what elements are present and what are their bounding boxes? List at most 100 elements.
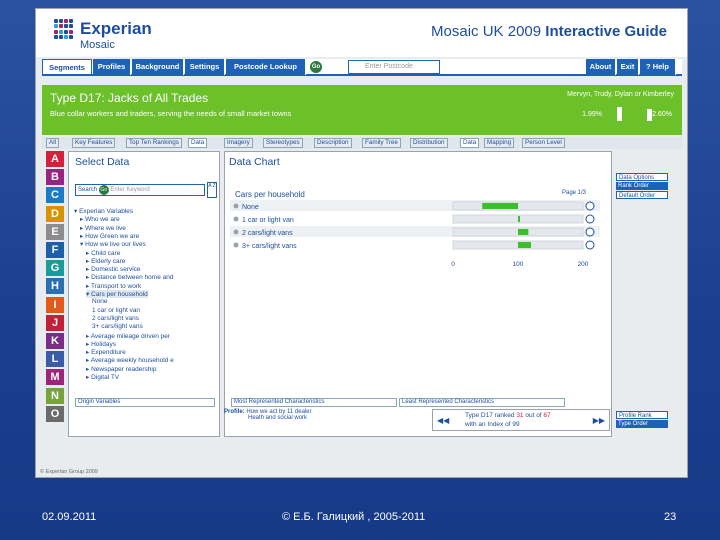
group-letter-f[interactable]: F (46, 242, 64, 258)
x-tick-label: 0 (451, 261, 455, 268)
tab-mapping[interactable]: Mapping (484, 138, 515, 148)
bar[interactable] (518, 216, 520, 222)
variable-tree: ▾ Experian Variables ▸ Who we are ▸ Where … (74, 207, 244, 397)
type-description: Blue collar workers and traders, serving… (50, 109, 292, 118)
most-represented[interactable]: Most Represented Characteristics (231, 398, 397, 407)
group-letter-n[interactable]: N (46, 387, 64, 404)
tab-data[interactable]: Data (460, 138, 480, 148)
tree-item[interactable]: ▸ Distance between home and (86, 273, 173, 281)
bar[interactable] (482, 203, 518, 209)
keyword-input[interactable]: Enter Keyword (110, 187, 149, 193)
tree-item[interactable]: ▸ Newspaper readership (86, 365, 156, 373)
postcode-input[interactable]: Enter Postcode (348, 60, 440, 74)
x-tick-label: 200 (578, 261, 589, 268)
tree-item[interactable]: ▸ Elderly care (86, 257, 125, 265)
group-letter-m[interactable]: M (46, 369, 64, 386)
group-letter-j[interactable]: J (46, 314, 64, 331)
group-letter-d[interactable]: D (46, 205, 64, 222)
profile-info: Profile: How we act by 11 dealer Heath a… (224, 409, 418, 431)
x-tick-label: 100 (513, 261, 524, 268)
nav-exit[interactable]: Exit (617, 59, 639, 75)
az-sort-button[interactable]: A Z (207, 182, 217, 198)
default-order-button[interactable]: Default Order (616, 191, 668, 199)
tree-item[interactable]: ▸ Child care (86, 249, 120, 257)
rank-line: Type D17 ranked 31 out of 67 (465, 412, 551, 419)
rank-order-button[interactable]: Rank Order (616, 182, 668, 190)
copyright-text: © Experian Group 2009 (40, 469, 98, 475)
tab-imagery[interactable]: Imagery (224, 138, 253, 148)
tree-item[interactable]: ▸ Transport to work (86, 282, 141, 290)
row-bullet-icon (233, 242, 239, 248)
profile-rank-button[interactable]: Profile Rank (616, 411, 668, 419)
nav-profiles[interactable]: Profiles (93, 59, 131, 75)
nav-postcode-lookup[interactable]: Postcode Lookup (226, 59, 306, 75)
postcode-go-button[interactable]: Go (310, 61, 322, 73)
tab-person-level[interactable]: Person Level (522, 138, 565, 148)
brand-name: Experian (80, 19, 152, 38)
tab-family-tree[interactable]: Family Tree (362, 138, 401, 148)
tab-all[interactable]: All (46, 138, 59, 148)
tree-item[interactable]: ▸ Who we are (80, 215, 120, 223)
type-order-button[interactable]: Type Order (616, 420, 668, 428)
tab-description[interactable]: Description (314, 138, 352, 148)
data-chart-title: Data Chart (229, 156, 280, 168)
group-letter-b[interactable]: B (46, 169, 64, 186)
tree-item[interactable]: ▸ Expenditure (86, 348, 126, 356)
tree-item[interactable]: ▾ Experian Variables (74, 207, 133, 215)
tree-item[interactable]: None (92, 298, 108, 305)
search-go-button[interactable]: Go (98, 185, 109, 195)
tree-item[interactable]: ▸ Average mileage driven per (86, 332, 170, 340)
nav-background[interactable]: Background (132, 59, 184, 75)
info-icon[interactable] (585, 227, 595, 237)
group-letter-column: ABCDEFGHIJKLMNO (46, 151, 66, 431)
tree-item[interactable]: ▸ Where we live (80, 224, 126, 232)
info-icon[interactable] (585, 240, 595, 250)
info-icon[interactable] (585, 201, 595, 211)
bar-label: 3+ cars/light vans (242, 243, 297, 250)
slide-date: 02.09.2011 (42, 511, 97, 523)
tree-item[interactable]: ▸ Digital TV (86, 373, 119, 381)
group-letter-e[interactable]: E (46, 223, 64, 240)
bar-label: 1 car or light van (242, 217, 294, 224)
group-letter-k[interactable]: K (46, 333, 64, 349)
tree-item[interactable]: ▾ Cars per household (86, 290, 148, 298)
tab-stereotypes[interactable]: Stereotypes (263, 138, 303, 148)
tab-distribution[interactable]: Distribution (410, 138, 448, 148)
type-banner: Type D17: Jacks of All Trades Blue colla… (42, 85, 682, 135)
tree-item[interactable]: ▸ Holidays (86, 340, 116, 348)
row-bullet-icon (233, 229, 239, 235)
search-label: Search (78, 187, 98, 193)
tree-item[interactable]: ▸ Average weekly household e (86, 356, 174, 364)
row-bullet-icon (233, 216, 239, 222)
rank-index: with an Index of 99 (465, 421, 520, 428)
group-letter-i[interactable]: I (46, 296, 64, 313)
group-letter-g[interactable]: G (46, 260, 64, 277)
group-letter-l[interactable]: L (46, 351, 64, 368)
nav-about[interactable]: About (586, 59, 616, 75)
nav-settings[interactable]: Settings (185, 59, 225, 75)
tree-item[interactable]: 2 cars/light vans (92, 315, 139, 322)
tab-top-ten[interactable]: Top Ten Rankings (126, 138, 182, 148)
tree-item[interactable]: 3+ cars/light vans (92, 323, 143, 330)
group-letter-c[interactable]: C (46, 187, 64, 204)
nav-help[interactable]: ? Help (640, 59, 676, 75)
group-letter-o[interactable]: O (46, 405, 64, 422)
data-options[interactable]: Data Options (616, 173, 668, 181)
tab-key-features[interactable]: Key Features (72, 138, 116, 148)
origin-variables[interactable]: Origin Variables (75, 398, 215, 407)
least-represented[interactable]: Least Represented Characteristics (399, 398, 565, 407)
group-letter-a[interactable]: A (46, 151, 64, 167)
type-names: Mervyn, Trudy, Dylan or Kimberley (567, 91, 674, 98)
nav-segments[interactable]: Segments (42, 59, 92, 75)
tree-item[interactable]: ▾ How we live our lives (80, 240, 146, 248)
prev-first-icon[interactable]: ◀◀ (437, 416, 449, 425)
tree-item[interactable]: ▸ Domestic service (86, 265, 141, 273)
tab-data-left[interactable]: Data (188, 138, 208, 148)
tree-item[interactable]: 1 car or light van (92, 307, 140, 314)
info-icon[interactable] (585, 214, 595, 224)
bar[interactable] (518, 229, 529, 235)
next-last-icon[interactable]: ▶▶ (593, 416, 605, 425)
tree-item[interactable]: ▸ How Green we are (80, 232, 139, 240)
group-letter-h[interactable]: H (46, 278, 64, 295)
bar[interactable] (518, 242, 531, 248)
